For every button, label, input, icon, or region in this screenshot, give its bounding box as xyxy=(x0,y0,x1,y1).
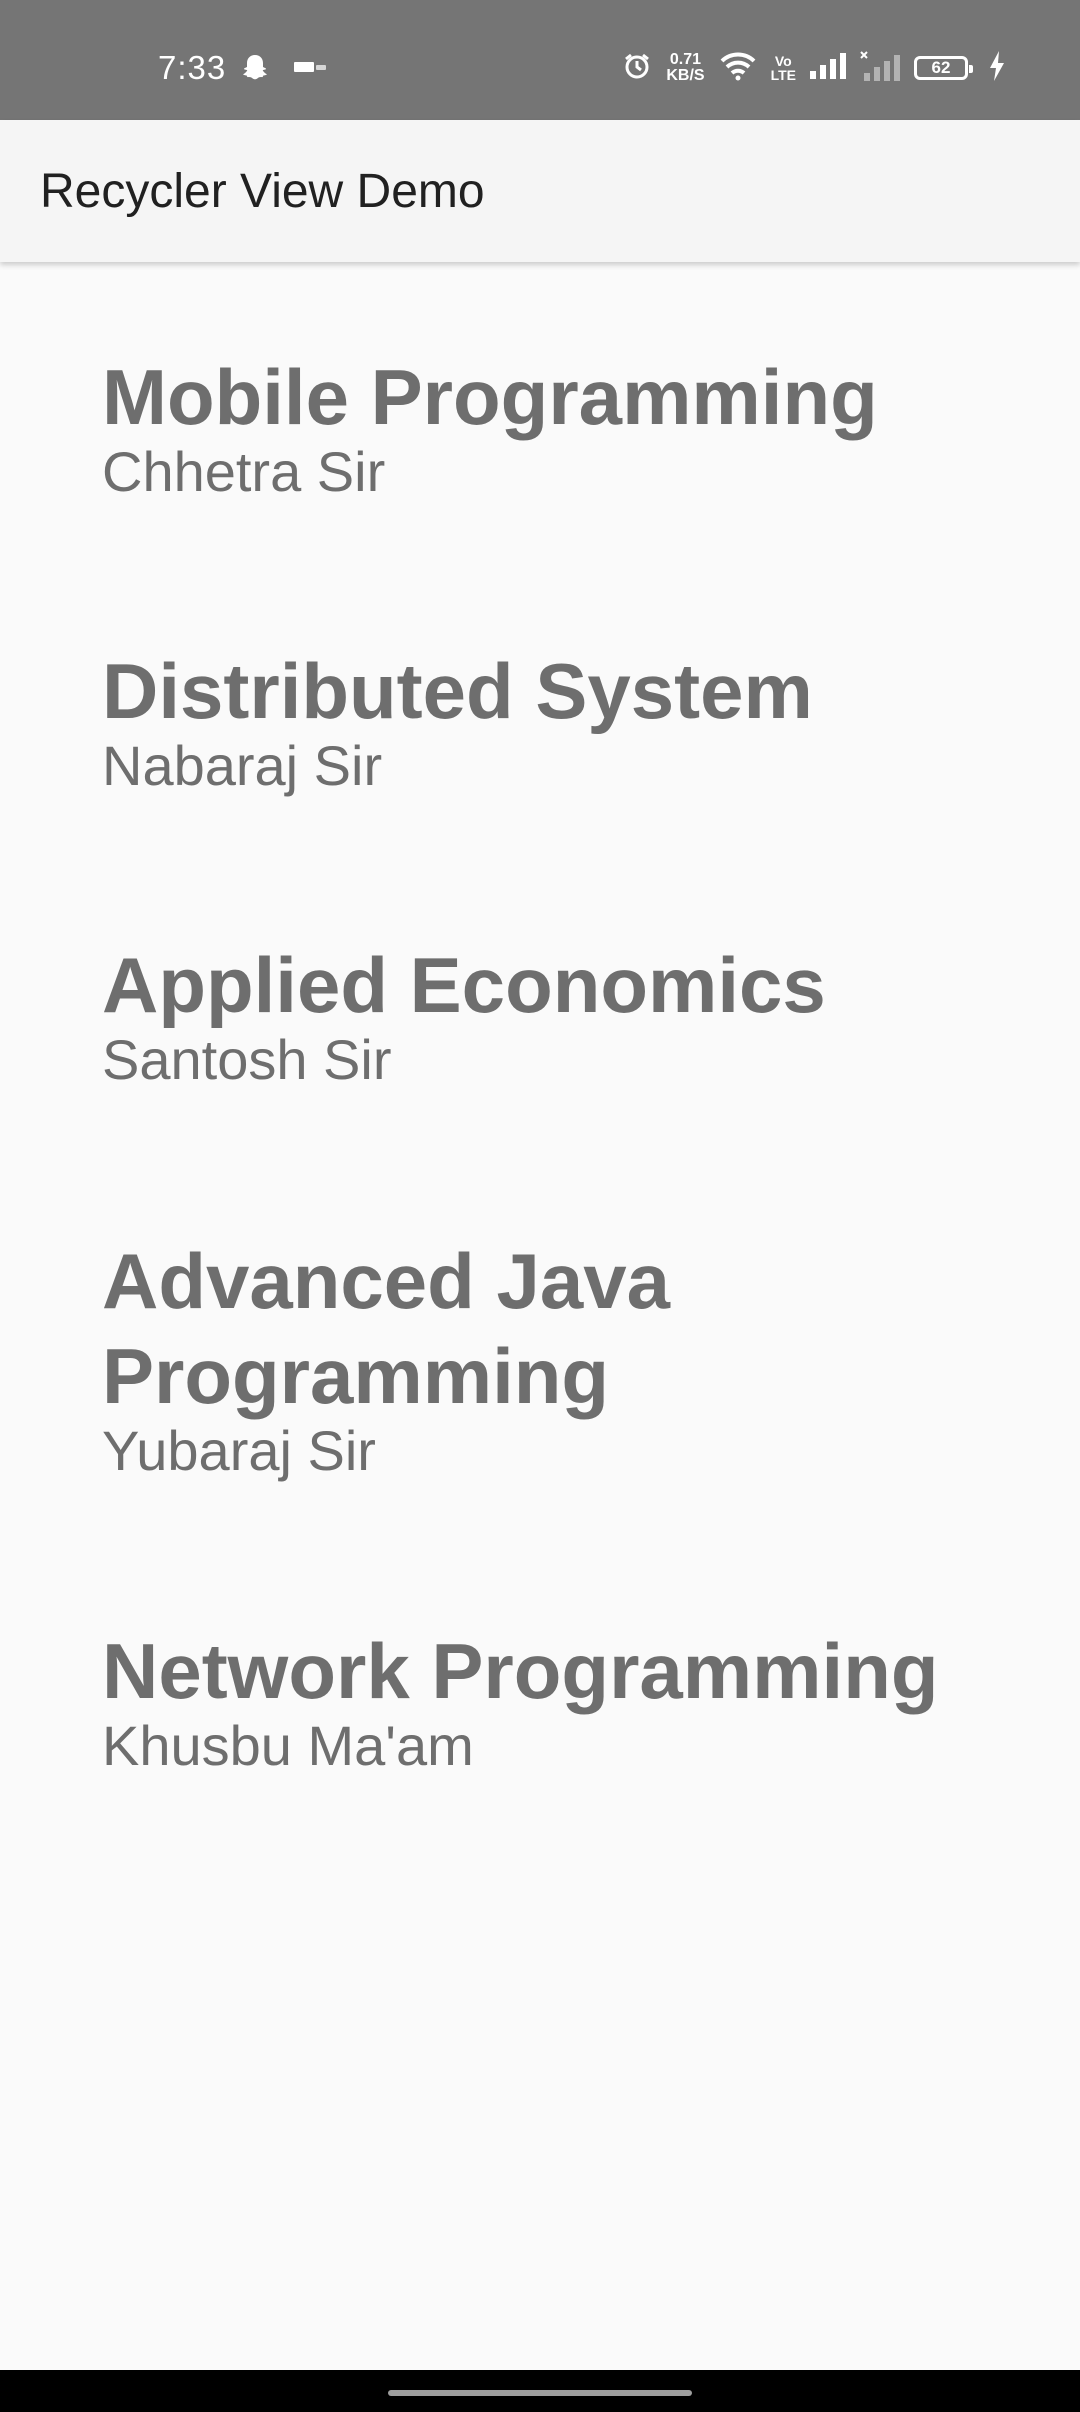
battery-level: 62 xyxy=(931,58,951,77)
item-title: Network Programming xyxy=(102,1627,939,1715)
status-bar: 7:33 0.71 KB/S Vo LTE 62 xyxy=(0,0,1080,120)
volte-bottom: LTE xyxy=(770,67,796,83)
item-subtitle: Chhetra Sir xyxy=(102,440,386,503)
item-title: Applied Economics xyxy=(102,941,826,1029)
home-indicator[interactable] xyxy=(388,2390,692,2396)
signal-off-icon xyxy=(860,50,900,86)
item-subtitle: Santosh Sir xyxy=(102,1028,392,1091)
item-title: Advanced Java Programming xyxy=(102,1237,670,1420)
network-speed: 0.71 KB/S xyxy=(666,52,704,84)
status-left-icons xyxy=(240,50,326,88)
item-subtitle: Yubaraj Sir xyxy=(102,1419,376,1482)
signal-icon xyxy=(810,52,846,84)
charging-icon xyxy=(988,50,1006,86)
list-item[interactable]: Distributed System Nabaraj Sir xyxy=(102,644,1002,799)
network-speed-unit: KB/S xyxy=(666,67,705,84)
battery-icon: 62 xyxy=(914,56,973,80)
volte-top: Vo xyxy=(774,53,792,69)
item-title: Mobile Programming xyxy=(102,353,878,441)
status-right-icons: 0.71 KB/S Vo LTE 62 xyxy=(622,48,1006,88)
volte-indicator: Vo LTE xyxy=(771,54,796,82)
item-subtitle: Nabaraj Sir xyxy=(102,734,383,797)
list-item[interactable]: Advanced Java Programming Yubaraj Sir xyxy=(102,1234,722,1484)
snapchat-icon xyxy=(240,52,270,87)
list-item[interactable]: Mobile Programming Chhetra Sir xyxy=(102,350,1002,505)
item-subtitle: Khusbu Ma'am xyxy=(102,1714,474,1777)
list-item[interactable]: Network Programming Khusbu Ma'am xyxy=(102,1624,1002,1779)
navigation-bar xyxy=(0,2370,1080,2412)
alarm-icon xyxy=(622,51,652,86)
wifi-icon xyxy=(719,51,757,86)
app-title: Recycler View Demo xyxy=(40,165,485,218)
item-title: Distributed System xyxy=(102,647,813,735)
app-bar: Recycler View Demo xyxy=(0,120,1080,262)
list-item[interactable]: Applied Economics Santosh Sir xyxy=(102,938,1002,1093)
notification-icon xyxy=(294,60,326,79)
status-time: 7:33 xyxy=(158,49,227,86)
network-speed-value: 0.71 xyxy=(669,51,702,68)
